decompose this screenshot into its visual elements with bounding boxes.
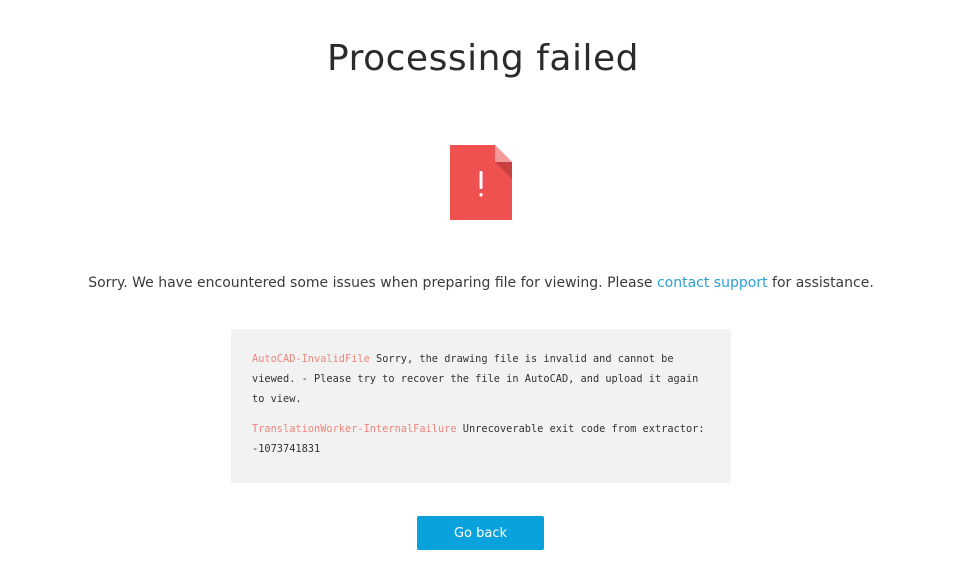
error-message-suffix: for assistance. xyxy=(767,275,874,291)
error-details-box: AutoCAD-InvalidFile Sorry, the drawing f… xyxy=(231,329,731,483)
error-entry: TranslationWorker-InternalFailure Unreco… xyxy=(252,419,710,459)
contact-support-link[interactable]: contact support xyxy=(657,275,768,291)
error-code: AutoCAD-InvalidFile xyxy=(252,353,370,365)
error-entry: AutoCAD-InvalidFile Sorry, the drawing f… xyxy=(252,349,710,409)
error-code: TranslationWorker-InternalFailure xyxy=(252,423,457,435)
processing-failed-page: Processing failed Sorry. We have encount… xyxy=(0,0,966,583)
error-message-prefix: Sorry. We have encountered some issues w… xyxy=(88,275,657,291)
page-title: Processing failed xyxy=(327,38,639,79)
go-back-button[interactable]: Go back xyxy=(417,516,544,550)
file-error-icon xyxy=(450,145,512,220)
error-message: Sorry. We have encountered some issues w… xyxy=(0,275,962,291)
